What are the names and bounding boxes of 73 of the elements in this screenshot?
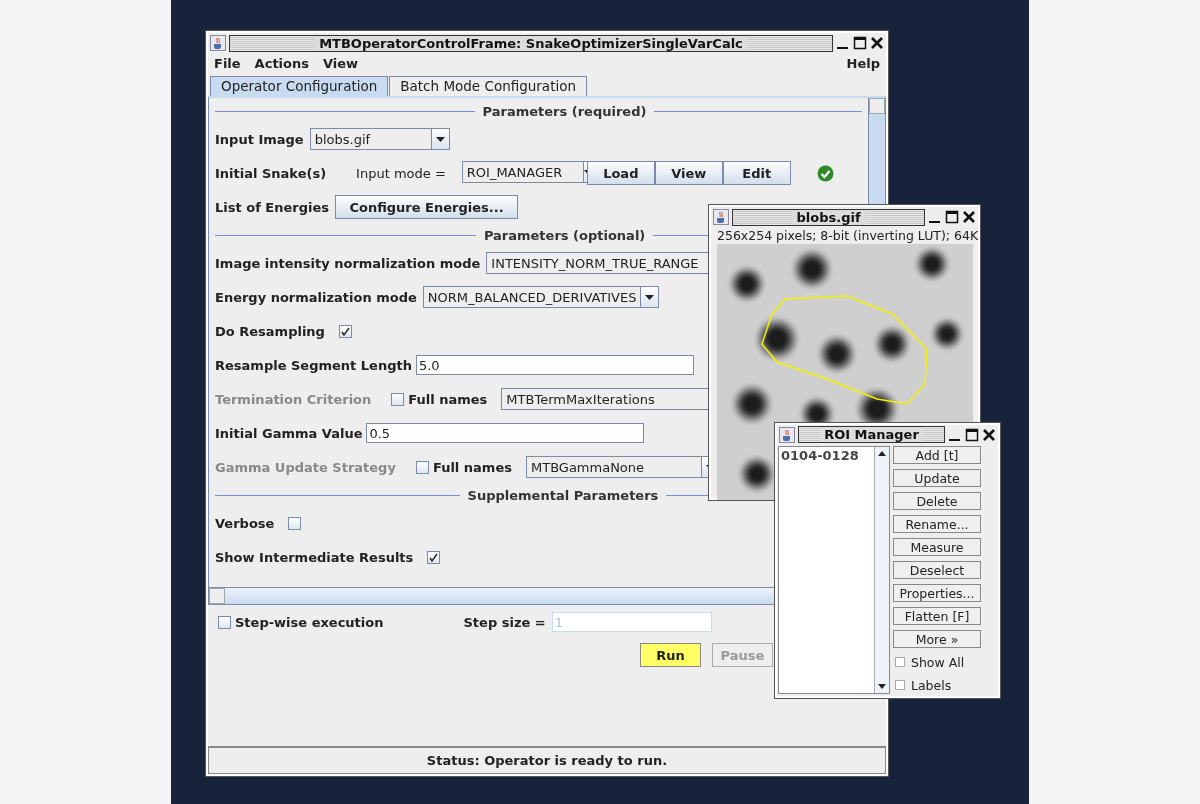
checkbox[interactable]	[218, 615, 231, 629]
field-label: List of Energies	[215, 199, 329, 215]
close-icon[interactable]	[962, 210, 976, 224]
menu-item[interactable]: View	[323, 55, 359, 71]
checkbox[interactable]	[338, 324, 352, 338]
cup-icon	[210, 35, 226, 51]
action-button[interactable]: View	[654, 161, 723, 185]
dropdown[interactable]: NORM_BALANCED_DERIVATIVES	[422, 286, 660, 308]
roi-button[interactable]: Delete	[893, 492, 981, 510]
cup-icon	[779, 426, 795, 443]
caret-icon	[645, 294, 655, 300]
option-label: Full names	[432, 459, 512, 475]
option-label: Full names	[408, 391, 488, 407]
field-label: Input mode =	[356, 165, 446, 181]
checkbox[interactable]	[895, 657, 905, 667]
image-info: 256x254 pixels; 8-bit (inverting LUT); 64K	[716, 227, 980, 244]
menu-item[interactable]: File	[214, 55, 241, 71]
cup-icon	[713, 209, 729, 225]
field-label: Input Image	[215, 131, 304, 147]
field-label: Image intensity normalization mode	[215, 255, 481, 271]
field-label: Step size =	[463, 614, 546, 630]
roi-button[interactable]: Flatten [F]	[893, 607, 981, 625]
option-label: Step-wise execution	[235, 614, 384, 630]
configure-button[interactable]: Configure Energies...	[335, 195, 518, 219]
section-title: Parameters (optional)	[483, 227, 646, 243]
option-label: Show All	[911, 654, 965, 670]
window-title: blobs.gif	[792, 209, 865, 225]
roi-button[interactable]: Update	[893, 469, 981, 487]
roi-button[interactable]: Measure	[893, 538, 981, 556]
window-title: ROI Manager	[820, 427, 923, 442]
action-button[interactable]: Edit	[722, 161, 791, 185]
field-label: Termination Criterion	[215, 391, 372, 407]
section-title: Supplemental Parameters	[467, 487, 659, 503]
roi-button[interactable]: Deselect	[893, 561, 981, 579]
roi-button[interactable]: More »	[893, 630, 981, 648]
field-label: Initial Snake(s)	[215, 165, 327, 181]
window-title: MTBOperatorControlFrame: SnakeOptimizerSingleVarCalc	[315, 35, 747, 51]
field-label: Verbose	[215, 515, 275, 531]
input-field[interactable]: 5.0	[415, 355, 694, 375]
field-label: Show Intermediate Results	[215, 549, 414, 565]
roi-list[interactable]: 0104-0128	[778, 446, 890, 694]
field-label: Energy normalization mode	[215, 289, 417, 305]
menu-item[interactable]: Actions	[254, 55, 309, 71]
checkbox[interactable]	[427, 550, 441, 564]
section-title: Parameters (required)	[482, 103, 647, 119]
menu-item[interactable]: Help	[846, 55, 880, 71]
roi-button[interactable]: Rename...	[893, 515, 981, 533]
roi-button[interactable]: Add [t]	[893, 446, 981, 464]
maximize-icon[interactable]	[945, 210, 959, 224]
dropdown[interactable]: ROI_MANAGER	[461, 161, 587, 183]
field-label: Do Resampling	[215, 323, 325, 339]
status-text: Status: Operator is ready to run.	[426, 753, 668, 768]
maximize-icon[interactable]	[853, 36, 867, 50]
tab[interactable]: Batch Mode Configuration	[389, 76, 587, 96]
field-label: Resample Segment Length	[215, 357, 412, 373]
list-item[interactable]: 0104-0128	[781, 448, 872, 463]
tab[interactable]: Operator Configuration	[210, 76, 389, 96]
maximize-icon[interactable]	[965, 427, 979, 442]
dropdown[interactable]: INTENSITY_NORM_TRUE_RANGE	[486, 252, 711, 274]
checkbox[interactable]	[288, 516, 302, 530]
field-label: Gamma Update Strategy	[215, 459, 396, 475]
close-icon[interactable]	[982, 427, 996, 442]
dropdown[interactable]: blobs.gif	[309, 128, 450, 150]
action-button[interactable]: Load	[586, 161, 655, 185]
roi-button[interactable]: Properties...	[893, 584, 981, 602]
checkbox[interactable]	[895, 680, 905, 690]
field-label: Initial Gamma Value	[215, 425, 363, 441]
caret-icon	[435, 136, 445, 142]
vertical-scrollbar[interactable]	[874, 447, 889, 693]
input-field[interactable]: 0.5	[366, 423, 645, 443]
option-label: Labels	[911, 677, 952, 693]
run-button[interactable]: Run	[640, 643, 701, 667]
close-icon[interactable]	[870, 36, 884, 50]
